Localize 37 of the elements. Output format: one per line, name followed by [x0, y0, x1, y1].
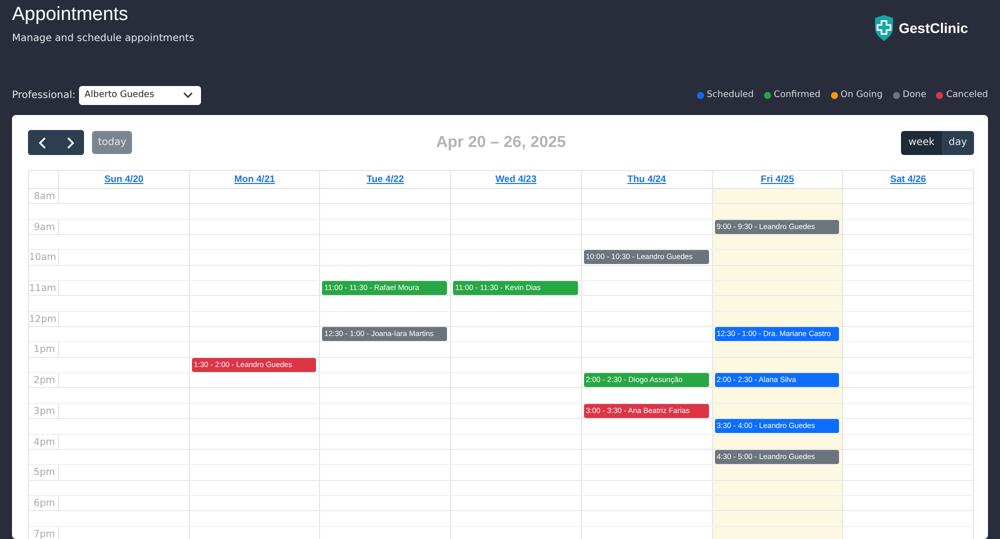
day-header-link[interactable]: Sun 4/20	[104, 174, 144, 185]
day-header-link[interactable]: Fri 4/25	[760, 174, 794, 185]
chevron-left-icon	[38, 136, 46, 148]
day-header-link[interactable]: Tue 4/22	[366, 174, 404, 185]
date-range-title: Apr 20 – 26, 2025	[436, 134, 566, 152]
logo-text: GestClinic	[898, 20, 968, 36]
shield-cross-icon	[872, 15, 895, 41]
time-label: 4pm	[29, 434, 59, 450]
today-button[interactable]: today	[92, 131, 132, 154]
time-label: 8am	[29, 189, 59, 204]
day-header-link[interactable]: Sat 4/26	[890, 174, 926, 185]
professional-select[interactable]: Alberto Guedes	[79, 86, 202, 104]
day-header-link[interactable]: Mon 4/21	[234, 174, 275, 185]
legend-label: Confirmed	[774, 90, 821, 100]
time-label: 7pm	[29, 526, 59, 539]
view-tab[interactable]: day	[942, 130, 974, 154]
time-label: 1pm	[29, 342, 59, 358]
time-label: 9am	[29, 220, 59, 236]
time-label: 11am	[29, 281, 59, 296]
page-subtitle: Manage and schedule appointments	[12, 33, 194, 44]
day-header-link[interactable]: Thu 4/24	[627, 174, 666, 185]
time-label: 10am	[29, 250, 59, 266]
legend-label: Done	[902, 90, 926, 100]
time-label: 2pm	[29, 373, 59, 388]
time-label: 6pm	[29, 496, 59, 512]
time-label: 3pm	[29, 404, 59, 420]
page-title: Appointments	[12, 3, 130, 27]
view-tab[interactable]: week	[901, 130, 942, 154]
time-label: 5pm	[29, 465, 59, 481]
day-header-link[interactable]: Wed 4/23	[495, 174, 536, 185]
legend-label: Scheduled	[706, 90, 754, 100]
chevron-down-icon	[183, 92, 194, 98]
chevron-right-icon	[66, 136, 74, 148]
legend-label: Canceled	[946, 90, 988, 100]
time-label: 12pm	[29, 312, 59, 328]
filter-label: Professional:	[12, 90, 76, 100]
legend-label: On Going	[840, 90, 883, 100]
